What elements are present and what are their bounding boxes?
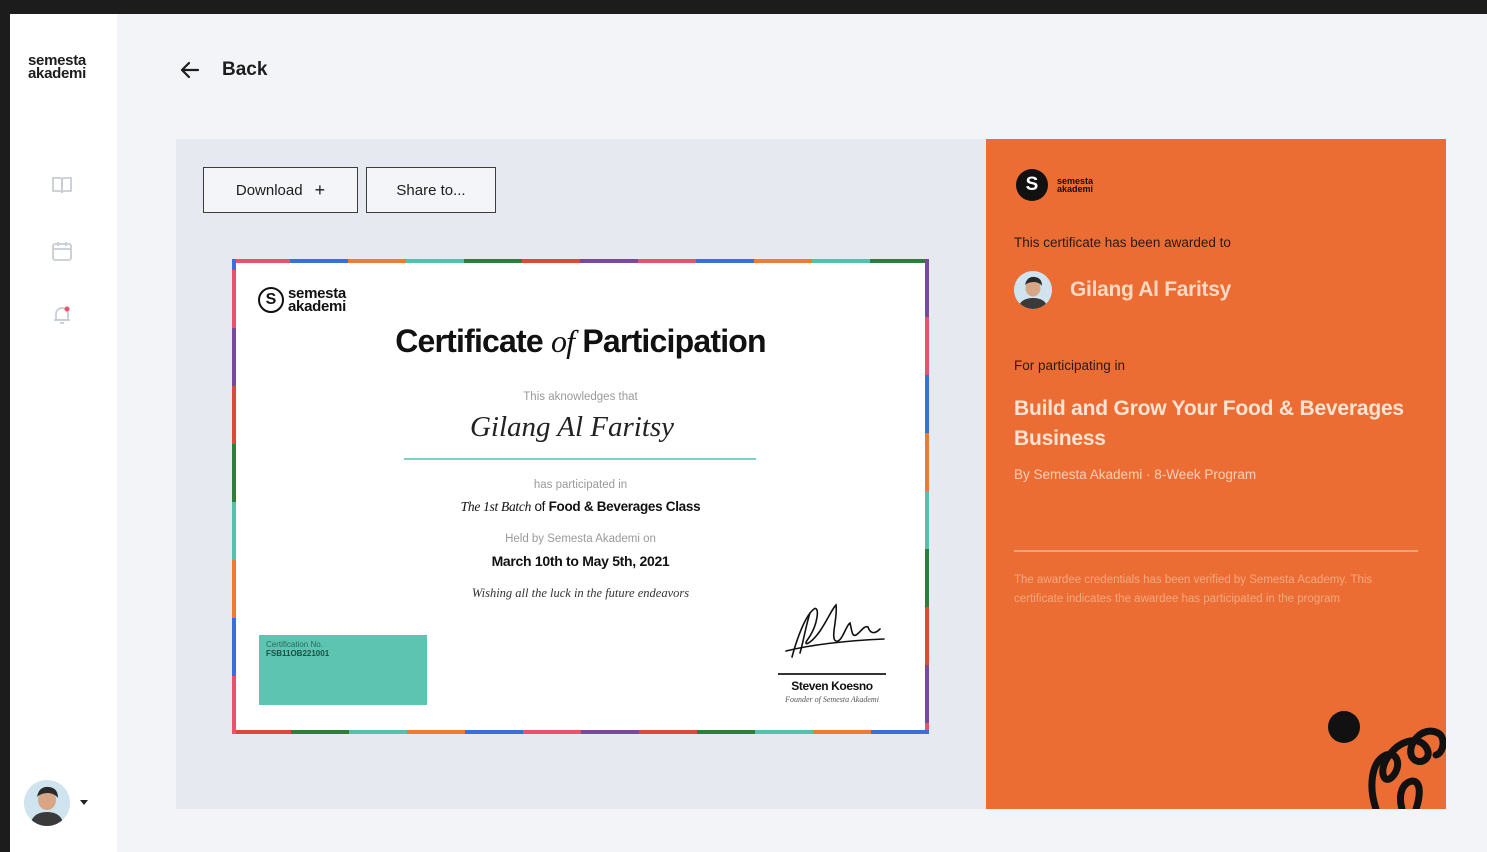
border-segment <box>638 259 696 263</box>
border-segment <box>406 259 464 263</box>
border-segment <box>232 444 236 502</box>
certificate-batch: The 1st Batch of Food & Beverages Class <box>232 499 929 515</box>
share-button[interactable]: Share to... <box>366 167 496 213</box>
recipient-avatar <box>1014 271 1052 309</box>
participating-in-label: For participating in <box>1014 358 1126 373</box>
certificate-title-of: of <box>550 323 575 359</box>
certification-number-label: Certification No. <box>266 640 323 649</box>
share-label: Share to... <box>396 181 466 199</box>
border-segment <box>581 730 639 734</box>
signature-line <box>778 673 886 675</box>
border-segment <box>349 730 407 734</box>
sidebar: semesta akademi <box>10 14 117 852</box>
certificate-title-suffix: Participation <box>582 323 766 359</box>
brand-logo-line-2: akademi <box>28 65 86 82</box>
border-segment <box>696 259 754 263</box>
course-title: Build and Grow Your Food & Beverages Bus… <box>1014 397 1404 450</box>
recipient-name: Gilang Al Faritsy <box>1070 278 1231 301</box>
calendar-icon[interactable] <box>50 240 74 262</box>
border-segment <box>465 730 523 734</box>
semesta-s-icon: S <box>258 287 284 313</box>
border-segment <box>925 607 929 665</box>
border-segment <box>697 730 755 734</box>
border-segment <box>464 259 522 263</box>
certificate-recipient: Gilang Al Faritsy <box>469 411 675 443</box>
border-segment <box>925 259 929 317</box>
certificate-dates: March 10th to May 5th, 2021 <box>491 553 670 569</box>
border-segment <box>232 259 290 263</box>
border-segment <box>871 730 929 734</box>
back-label: Back <box>222 59 268 80</box>
course-byline: By Semesta Akademi · 8-Week Program <box>1014 467 1257 482</box>
certification-number-value: FSB11OB221001 <box>266 649 330 658</box>
certificate-logo-line-2: akademi <box>288 298 346 315</box>
award-logo-line-2: akademi <box>1057 184 1094 194</box>
brand-logo[interactable]: semesta akademi <box>28 53 86 82</box>
border-segment <box>639 730 697 734</box>
semesta-s-icon: S <box>1016 169 1048 201</box>
certificate-signer-role: Founder of Semesta Akademi <box>785 695 879 704</box>
plus-icon: + <box>314 180 326 200</box>
batch-italic: The 1st Batch <box>460 499 532 514</box>
certificate-logo: S semesta akademi <box>258 286 346 315</box>
certificate-held-by: Held by Semesta Akademi on <box>505 533 656 545</box>
signature-image <box>785 603 885 658</box>
recipient-row: Gilang Al Faritsy <box>1014 271 1231 309</box>
certificate-title: Certificate of Participation <box>232 323 929 360</box>
avatar <box>24 780 70 826</box>
notification-icon[interactable] <box>50 304 74 326</box>
book-icon[interactable] <box>50 174 74 196</box>
recipient-underline <box>404 458 756 460</box>
border-segment <box>232 676 236 734</box>
certification-number-box: Certification No. FSB11OB221001 <box>259 635 427 705</box>
certificate-acknowledges: This aknowledges that <box>523 391 638 403</box>
border-segment <box>523 730 581 734</box>
border-segment <box>813 730 871 734</box>
border-segment <box>291 730 349 734</box>
award-panel-logo: S semesta akademi <box>1016 169 1093 201</box>
border-segment <box>232 259 236 270</box>
app-window: semesta akademi Back Download + Share to… <box>10 14 1487 852</box>
border-segment <box>407 730 465 734</box>
chevron-down-icon <box>80 800 88 805</box>
certificate-participated: has participated in <box>533 479 628 491</box>
user-menu[interactable] <box>24 780 94 828</box>
back-button[interactable]: Back <box>178 56 267 84</box>
border-segment <box>812 259 870 263</box>
border-segment <box>925 665 929 723</box>
border-segment <box>925 375 929 433</box>
download-button[interactable]: Download + <box>203 167 358 213</box>
arrow-left-icon <box>180 61 200 79</box>
decorative-doodle-icon <box>1328 711 1446 809</box>
award-panel: S semesta akademi This certificate has b… <box>986 139 1446 809</box>
border-segment <box>754 259 812 263</box>
certificate: S semesta akademi Certificate of Partici… <box>232 259 929 734</box>
certificate-preview-panel: Download + Share to... S semesta akademi… <box>176 139 986 809</box>
certificate-signer: Steven Koesno <box>791 679 873 693</box>
border-segment <box>232 270 236 328</box>
divider <box>1014 550 1418 552</box>
border-segment <box>870 259 928 263</box>
border-segment <box>233 730 291 734</box>
batch-of: of <box>534 499 546 514</box>
download-label: Download <box>235 181 303 199</box>
border-segment <box>290 259 348 263</box>
certificate-title-prefix: Certificate <box>395 323 544 359</box>
batch-class: Food & Beverages Class <box>548 499 701 514</box>
border-segment <box>522 259 580 263</box>
border-segment <box>755 730 813 734</box>
border-segment <box>232 618 236 676</box>
verification-note: The awardee credentials has been verifie… <box>1014 574 1373 605</box>
border-segment <box>580 259 638 263</box>
border-segment <box>348 259 406 263</box>
awarded-to-label: This certificate has been awarded to <box>1014 235 1231 250</box>
